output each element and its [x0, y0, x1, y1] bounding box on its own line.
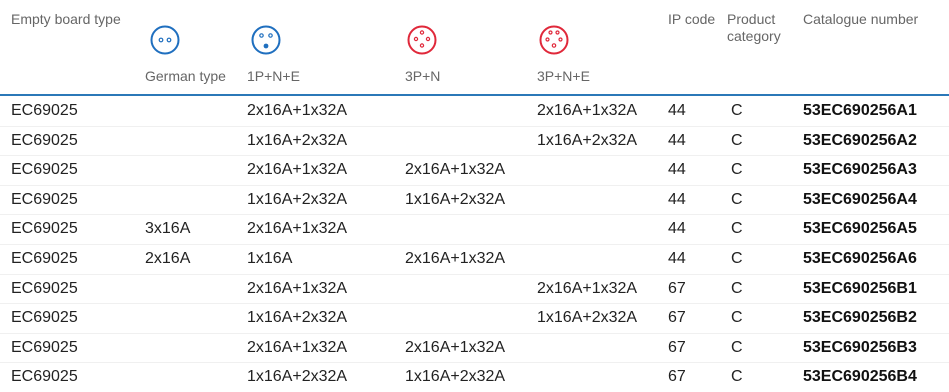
- german-socket-icon: [150, 25, 180, 55]
- table-row: EC69025 1x16A+2x32A 1x16A+2x32A 44 C 53E…: [0, 127, 949, 157]
- cell-board-type: EC69025: [11, 161, 78, 179]
- red-socket-3pne-icon: [539, 25, 569, 55]
- table-row: EC69025 1x16A+2x32A 1x16A+2x32A 67 C 53E…: [0, 363, 949, 392]
- cell-ip-code: 67: [668, 338, 686, 356]
- cell-3p-n: 2x16A+1x32A: [405, 161, 506, 179]
- cell-3p-n: 2x16A+1x32A: [405, 338, 506, 356]
- cell-board-type: EC69025: [11, 131, 78, 149]
- cell-board-type: EC69025: [11, 368, 78, 386]
- table-row: EC69025 2x16A+1x32A 2x16A+1x32A 67 C 53E…: [0, 275, 949, 305]
- cell-1p-n-e: 2x16A+1x32A: [247, 220, 348, 238]
- cell-3p-n-e: 2x16A+1x32A: [537, 279, 638, 297]
- cell-board-type: EC69025: [11, 338, 78, 356]
- header-divider: [0, 94, 949, 96]
- cell-product-category: C: [731, 279, 743, 297]
- table-row: EC69025 1x16A+2x32A 1x16A+2x32A 67 C 53E…: [0, 304, 949, 334]
- header-1p-n-e: 1P+N+E: [247, 68, 300, 84]
- cell-product-category: C: [731, 338, 743, 356]
- cell-3p-n-e: 1x16A+2x32A: [537, 131, 638, 149]
- cell-1p-n-e: 1x16A: [247, 249, 293, 267]
- table-row: EC69025 2x16A+1x32A 2x16A+1x32A 44 C 53E…: [0, 156, 949, 186]
- cell-catalogue-number: 53EC690256A6: [803, 249, 917, 267]
- table-row: EC69025 3x16A 2x16A+1x32A 44 C 53EC69025…: [0, 215, 949, 245]
- cell-ip-code: 44: [668, 249, 686, 267]
- header-3p-n-e: 3P+N+E: [537, 68, 590, 84]
- cell-board-type: EC69025: [11, 190, 78, 208]
- cell-catalogue-number: 53EC690256A4: [803, 190, 917, 208]
- cell-3p-n: 1x16A+2x32A: [405, 368, 506, 386]
- cell-german-type: 3x16A: [145, 220, 191, 238]
- cell-1p-n-e: 2x16A+1x32A: [247, 279, 348, 297]
- cell-ip-code: 67: [668, 368, 686, 386]
- cell-ip-code: 44: [668, 131, 686, 149]
- cell-catalogue-number: 53EC690256B3: [803, 338, 917, 356]
- header-ip-code: IP code: [668, 11, 716, 27]
- table-row: EC69025 2x16A+1x32A 2x16A+1x32A 67 C 53E…: [0, 334, 949, 364]
- table-row: EC69025 2x16A+1x32A 2x16A+1x32A 44 C 53E…: [0, 97, 949, 127]
- cell-catalogue-number: 53EC690256A5: [803, 220, 917, 238]
- cell-1p-n-e: 2x16A+1x32A: [247, 102, 348, 119]
- cell-catalogue-number: 53EC690256B4: [803, 368, 917, 386]
- cell-board-type: EC69025: [11, 279, 78, 297]
- cell-1p-n-e: 1x16A+2x32A: [247, 190, 348, 208]
- table-row: EC69025 1x16A+2x32A 1x16A+2x32A 44 C 53E…: [0, 186, 949, 216]
- cell-board-type: EC69025: [11, 220, 78, 238]
- product-table: Empty board type German type 1P+N+E 3P+N…: [0, 0, 949, 385]
- cell-product-category: C: [731, 220, 743, 238]
- header-catalogue-number: Catalogue number: [803, 11, 919, 27]
- blue-socket-1pne-icon: [251, 25, 281, 55]
- header-product-category: Product category: [727, 11, 781, 44]
- table-row: EC69025 2x16A 1x16A 2x16A+1x32A 44 C 53E…: [0, 245, 949, 275]
- cell-1p-n-e: 2x16A+1x32A: [247, 161, 348, 179]
- cell-product-category: C: [731, 309, 743, 327]
- cell-1p-n-e: 1x16A+2x32A: [247, 368, 348, 386]
- cell-product-category: C: [731, 190, 743, 208]
- header-board-type: Empty board type: [11, 11, 121, 27]
- header-german-type: German type: [145, 68, 226, 84]
- cell-product-category: C: [731, 102, 743, 119]
- cell-3p-n-e: 2x16A+1x32A: [537, 102, 638, 119]
- cell-3p-n: 1x16A+2x32A: [405, 190, 506, 208]
- cell-3p-n-e: 1x16A+2x32A: [537, 309, 638, 327]
- cell-product-category: C: [731, 161, 743, 179]
- cell-ip-code: 44: [668, 161, 686, 179]
- cell-board-type: EC69025: [11, 249, 78, 267]
- cell-catalogue-number: 53EC690256A1: [803, 102, 917, 119]
- cell-catalogue-number: 53EC690256A2: [803, 131, 917, 149]
- cell-product-category: C: [731, 249, 743, 267]
- cell-catalogue-number: 53EC690256B2: [803, 309, 917, 327]
- cell-board-type: EC69025: [11, 309, 78, 327]
- cell-1p-n-e: 1x16A+2x32A: [247, 131, 348, 149]
- cell-ip-code: 67: [668, 309, 686, 327]
- cell-ip-code: 44: [668, 102, 686, 119]
- cell-catalogue-number: 53EC690256B1: [803, 279, 917, 297]
- cell-german-type: 2x16A: [145, 249, 191, 267]
- header-3p-n: 3P+N: [405, 68, 441, 84]
- cell-catalogue-number: 53EC690256A3: [803, 161, 917, 179]
- cell-product-category: C: [731, 368, 743, 386]
- cell-1p-n-e: 1x16A+2x32A: [247, 309, 348, 327]
- cell-product-category: C: [731, 131, 743, 149]
- cell-ip-code: 44: [668, 220, 686, 238]
- cell-ip-code: 44: [668, 190, 686, 208]
- cell-1p-n-e: 2x16A+1x32A: [247, 338, 348, 356]
- cell-3p-n: 2x16A+1x32A: [405, 249, 506, 267]
- cell-board-type: EC69025: [11, 102, 78, 119]
- cell-ip-code: 67: [668, 279, 686, 297]
- red-socket-3pn-icon: [407, 25, 437, 55]
- table-body: EC69025 2x16A+1x32A 2x16A+1x32A 44 C 53E…: [0, 97, 949, 392]
